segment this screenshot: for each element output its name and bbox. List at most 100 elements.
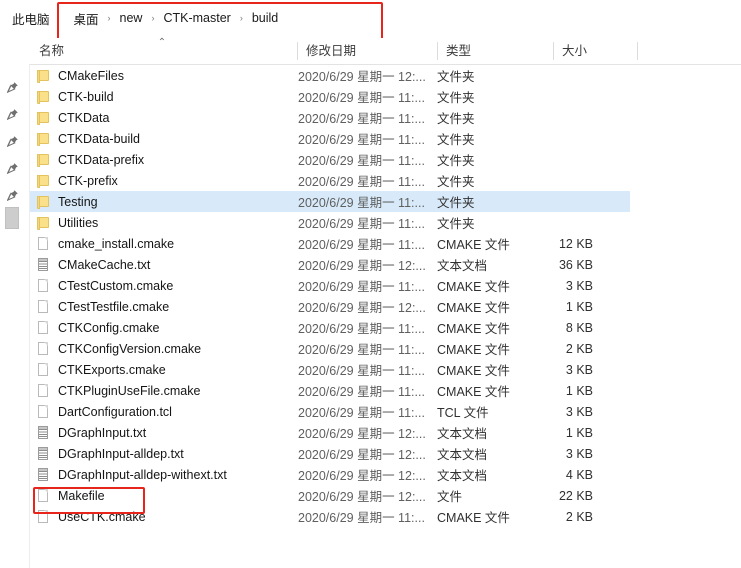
text-document-icon-glyph <box>38 258 48 271</box>
file-icon <box>37 341 50 356</box>
file-date-cell: 2020/6/29 星期一 12:... <box>298 490 426 504</box>
file-type-cell: 文件夹 <box>437 217 475 231</box>
file-icon <box>37 278 50 293</box>
file-name-cell: CTKData-build <box>58 131 140 146</box>
file-type-cell: 文本文档 <box>437 427 488 441</box>
column-header-name[interactable]: 名称 <box>30 38 64 64</box>
file-date-cell: 2020/6/29 星期一 11:... <box>298 196 425 210</box>
file-name-cell: CTK-build <box>58 89 114 104</box>
file-size-cell: 2 KB <box>565 509 593 524</box>
file-type-cell: 文件夹 <box>437 154 475 168</box>
file-name-cell: UseCTK.cmake <box>58 509 146 524</box>
chevron-up-icon[interactable]: ⌃ <box>155 38 169 48</box>
table-row[interactable]: CTKExports.cmake 2020/6/29 星期一 11:... CMAK… <box>30 359 630 380</box>
file-date-cell: 2020/6/29 星期一 11:... <box>298 91 425 105</box>
file-icon-glyph <box>38 237 48 250</box>
file-date-cell: 2020/6/29 星期一 12:... <box>298 427 426 441</box>
file-size-cell: 1 KB <box>565 383 593 398</box>
table-row[interactable]: CTKPluginUseFile.cmake 2020/6/29 星期一 11:.… <box>30 380 630 401</box>
breadcrumb[interactable]: 桌面 › new › CTK-master › build <box>72 7 281 29</box>
file-name-cell: CTKConfig.cmake <box>58 320 160 335</box>
text-document-icon-glyph <box>38 447 48 460</box>
file-icon <box>37 362 50 377</box>
column-header-type[interactable]: 类型 <box>437 38 471 64</box>
file-date-cell: 2020/6/29 星期一 11:... <box>298 238 425 252</box>
column-header-row: 名称 修改日期 类型 大小 <box>0 38 741 65</box>
file-type-cell: 文本文档 <box>437 259 488 273</box>
table-row[interactable]: Utilities 2020/6/29 星期一 11:... 文件夹 <box>30 212 630 233</box>
file-size-cell: 8 KB <box>565 320 593 335</box>
folder-icon-glyph <box>37 70 49 83</box>
pin-icon[interactable] <box>6 81 19 94</box>
table-row[interactable]: CTKConfig.cmake 2020/6/29 星期一 11:... CMAKE… <box>30 317 630 338</box>
folder-icon-glyph <box>37 154 49 167</box>
file-icon-glyph <box>38 489 48 502</box>
file-name-cell: CTKData <box>58 110 110 125</box>
table-row[interactable]: CTK-build 2020/6/29 星期一 11:... 文件夹 <box>30 86 630 107</box>
file-type-cell: 文件 <box>437 490 463 504</box>
file-date-cell: 2020/6/29 星期一 12:... <box>298 259 426 273</box>
file-name-cell: CTKPluginUseFile.cmake <box>58 383 201 398</box>
table-row[interactable]: Makefile 2020/6/29 星期一 12:... 文件 22 KB <box>30 485 630 506</box>
column-divider[interactable] <box>437 42 438 60</box>
pin-icon[interactable] <box>6 162 19 175</box>
file-icon-glyph <box>38 279 48 292</box>
table-row[interactable]: CTK-prefix 2020/6/29 星期一 11:... 文件夹 <box>30 170 630 191</box>
breadcrumb-item[interactable]: new <box>118 10 145 26</box>
file-date-cell: 2020/6/29 星期一 12:... <box>298 448 426 462</box>
breadcrumb-item[interactable]: CTK-master <box>161 10 232 26</box>
file-type-cell: 文本文档 <box>437 448 488 462</box>
this-pc-label[interactable]: 此电脑 <box>12 9 50 28</box>
file-type-cell: CMAKE 文件 <box>437 301 510 315</box>
pin-icon[interactable] <box>6 135 19 148</box>
table-row[interactable]: cmake_install.cmake 2020/6/29 星期一 11:... C… <box>30 233 630 254</box>
table-row[interactable]: CTKData-prefix 2020/6/29 星期一 11:... 文件夹 <box>30 149 630 170</box>
table-row[interactable]: CTKData-build 2020/6/29 星期一 11:... 文件夹 <box>30 128 630 149</box>
file-size-cell: 3 KB <box>565 446 593 461</box>
column-divider[interactable] <box>553 42 554 60</box>
file-size-cell: 22 KB <box>558 488 593 503</box>
column-header-date[interactable]: 修改日期 <box>297 38 356 64</box>
table-row[interactable]: DGraphInput.txt 2020/6/29 星期一 12:... 文本文档 1… <box>30 422 630 443</box>
file-date-cell: 2020/6/29 星期一 11:... <box>298 343 425 357</box>
file-size-cell: 36 KB <box>558 257 593 272</box>
text-document-icon <box>37 425 50 440</box>
file-list[interactable]: CMakeFiles 2020/6/29 星期一 12:... 文件夹 CTK-bui… <box>30 65 741 565</box>
column-divider[interactable] <box>637 42 638 60</box>
pin-icon[interactable] <box>6 189 19 202</box>
file-size-cell: 3 KB <box>565 404 593 419</box>
column-header-size[interactable]: 大小 <box>553 38 587 64</box>
table-row[interactable]: CTestTestfile.cmake 2020/6/29 星期一 12:... C… <box>30 296 630 317</box>
file-name-cell: CMakeCache.txt <box>58 257 151 272</box>
file-date-cell: 2020/6/29 星期一 11:... <box>298 364 425 378</box>
table-row[interactable]: CTKData 2020/6/29 星期一 11:... 文件夹 <box>30 107 630 128</box>
file-name-cell: CTKData-prefix <box>58 152 145 167</box>
file-date-cell: 2020/6/29 星期一 11:... <box>298 511 425 525</box>
column-divider[interactable] <box>297 42 298 60</box>
file-date-cell: 2020/6/29 星期一 12:... <box>298 469 426 483</box>
table-row[interactable]: CMakeFiles 2020/6/29 星期一 12:... 文件夹 <box>30 65 630 86</box>
table-row[interactable]: UseCTK.cmake 2020/6/29 星期一 11:... CMAKE 文件… <box>30 506 630 527</box>
file-icon-glyph <box>38 363 48 376</box>
table-row[interactable]: CMakeCache.txt 2020/6/29 星期一 12:... 文本文档 36… <box>30 254 630 275</box>
table-row[interactable]: DGraphInput-alldep.txt 2020/6/29 星期一 12:.… <box>30 443 630 464</box>
breadcrumb-item[interactable]: build <box>250 10 280 26</box>
table-row[interactable]: DartConfiguration.tcl 2020/6/29 星期一 11:..… <box>30 401 630 422</box>
pin-icon[interactable] <box>6 108 19 121</box>
file-date-cell: 2020/6/29 星期一 11:... <box>298 112 425 126</box>
file-icon-glyph <box>38 321 48 334</box>
nav-scrollbar-thumb[interactable] <box>5 207 19 229</box>
file-icon <box>37 383 50 398</box>
text-document-icon <box>37 257 50 272</box>
table-row[interactable]: DGraphInput-alldep-withext.txt 2020/6/29 … <box>30 464 630 485</box>
file-icon <box>37 404 50 419</box>
table-row[interactable]: Testing 2020/6/29 星期一 11:... 文件夹 <box>30 191 630 212</box>
breadcrumb-item[interactable]: 桌面 <box>72 8 101 29</box>
file-date-cell: 2020/6/29 星期一 11:... <box>298 322 425 336</box>
table-row[interactable]: CTKConfigVersion.cmake 2020/6/29 星期一 11:.… <box>30 338 630 359</box>
folder-icon <box>37 194 50 209</box>
file-name-cell: Utilities <box>58 215 99 230</box>
table-row[interactable]: CTestCustom.cmake 2020/6/29 星期一 11:... CMA… <box>30 275 630 296</box>
file-icon-glyph <box>38 300 48 313</box>
file-name-cell: CTestTestfile.cmake <box>58 299 170 314</box>
